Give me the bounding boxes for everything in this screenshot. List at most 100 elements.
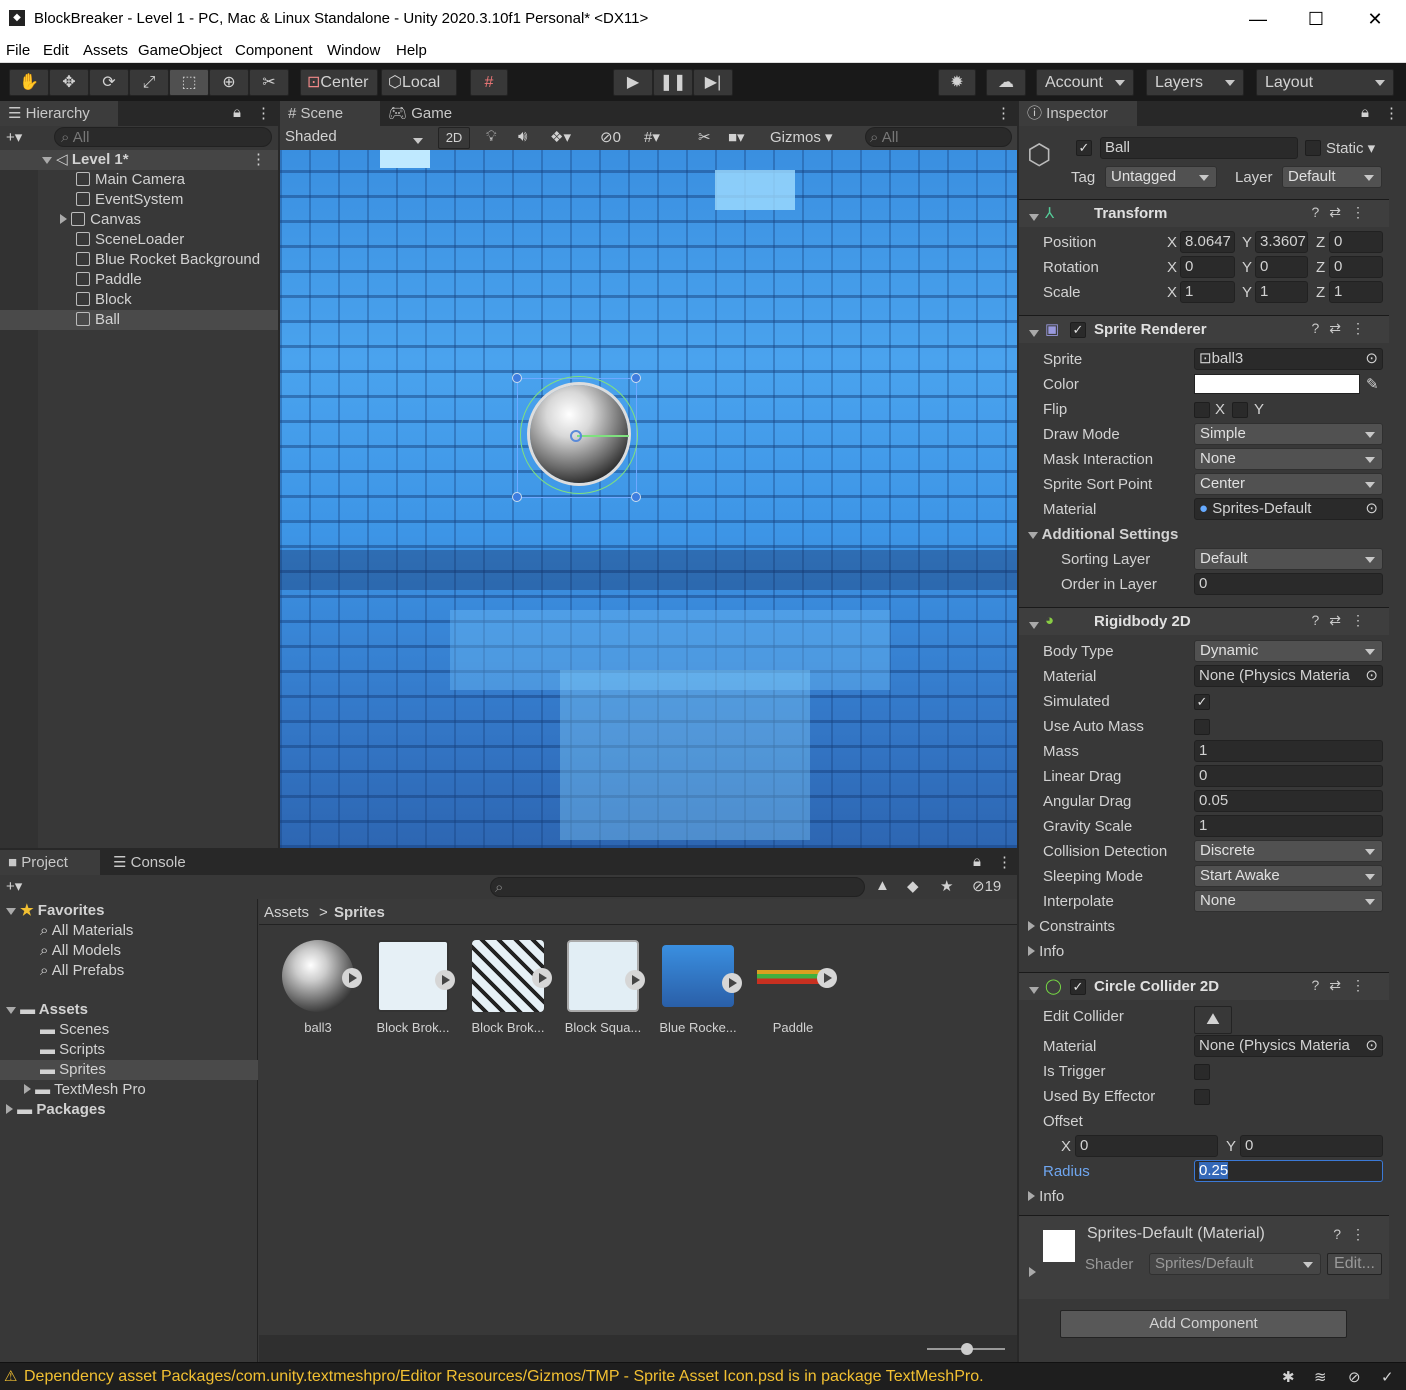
material-field[interactable]: ● Sprites-Default ⊙ (1194, 498, 1383, 520)
shader-dropdown[interactable]: Sprites/Default (1149, 1253, 1321, 1275)
linear-drag-field[interactable]: 0 (1194, 765, 1383, 787)
draw-mode-dropdown[interactable]: Simple (1194, 423, 1383, 445)
cc-material-field[interactable]: None (Physics Materia ⊙ (1194, 1035, 1383, 1057)
pivot-center-button[interactable]: ⊡Center (300, 69, 378, 96)
shading-dropdown[interactable]: Shaded (285, 128, 431, 148)
lock-icon[interactable]: 🔒︎ (1361, 104, 1369, 121)
rigidbody-header[interactable]: ◕ Rigidbody 2D ?⇄⋮ (1019, 607, 1389, 635)
lighting-icon[interactable]: 💡︎ (486, 128, 497, 145)
scene-viewport[interactable] (280, 150, 1017, 848)
more-icon[interactable]: ⋮ (256, 104, 271, 122)
layout-dropdown[interactable]: Layout (1256, 69, 1394, 96)
favorite-star-icon[interactable]: ★ (940, 877, 953, 895)
asset-ball3[interactable]: ball3 (278, 940, 362, 1035)
object-picker-icon[interactable]: ⊙ (1365, 666, 1378, 686)
offset-x-field[interactable]: 0 (1075, 1135, 1218, 1157)
edit-shader-button[interactable]: Edit... (1327, 1253, 1382, 1275)
rect-handle[interactable] (631, 373, 641, 383)
order-field[interactable]: 0 (1194, 573, 1383, 595)
radius-field[interactable]: 0.25 (1194, 1160, 1383, 1182)
list-item[interactable]: Paddle (0, 270, 142, 290)
mode-2d-button[interactable]: 2D (438, 127, 470, 149)
rotation-z[interactable]: 0 (1329, 256, 1383, 278)
tag-dropdown[interactable]: Untagged (1105, 166, 1217, 188)
cc-info-foldout[interactable]: Info (1028, 1188, 1064, 1205)
object-name-input[interactable]: Ball (1100, 137, 1298, 159)
sort-point-dropdown[interactable]: Center (1194, 473, 1383, 495)
constraints-foldout[interactable]: Constraints (1028, 918, 1115, 935)
collapse-icon[interactable] (6, 1104, 13, 1114)
asset-block-square[interactable]: Block Squa... (563, 940, 645, 1035)
menu-file[interactable]: File (6, 42, 30, 59)
collab-icon[interactable]: ✹ (938, 69, 976, 96)
eyedropper-icon[interactable]: ✎ (1366, 375, 1379, 393)
step-button[interactable]: ▶| (693, 69, 733, 96)
pivot-handle[interactable] (570, 430, 582, 442)
breadcrumb-assets[interactable]: Assets (264, 904, 309, 921)
scale-x[interactable]: 1 (1180, 281, 1235, 303)
collapse-icon[interactable] (24, 1084, 31, 1094)
maximize-button[interactable]: ☐ (1301, 6, 1331, 32)
offset-y-field[interactable]: 0 (1240, 1135, 1383, 1157)
component-header-icons[interactable]: ?⇄⋮ (1311, 204, 1375, 221)
list-item[interactable]: ▬ Scripts (0, 1040, 105, 1060)
debug-icon[interactable]: ✱ (1282, 1368, 1295, 1386)
scene-search-input[interactable]: ⌕ All (865, 127, 1012, 147)
scale-z[interactable]: 1 (1329, 281, 1383, 303)
custom-tool-icon[interactable]: ✂ (249, 69, 289, 96)
rect-tool-icon[interactable]: ⬚ (169, 69, 209, 96)
hidden-objects-icon[interactable]: ⊘0 (600, 128, 621, 146)
list-item[interactable]: Canvas (0, 210, 141, 230)
zoom-slider-thumb[interactable] (961, 1343, 973, 1355)
transform-tool-icon[interactable]: ⊕ (209, 69, 249, 96)
list-item[interactable]: ⌕ All Prefabs (0, 961, 124, 981)
layers-dropdown[interactable]: Layers (1146, 69, 1244, 96)
position-z[interactable]: 0 (1329, 231, 1383, 253)
menu-gameobject[interactable]: GameObject (138, 42, 222, 59)
list-item-selected[interactable]: ▬ Sprites (0, 1060, 258, 1080)
lock-icon[interactable]: 🔒︎ (973, 853, 981, 870)
component-header-icons[interactable]: ?⇄⋮ (1311, 320, 1375, 337)
list-item[interactable]: ⌕ All Models (0, 941, 121, 961)
list-item[interactable]: ▬ TextMesh Pro (0, 1080, 146, 1100)
material-header-icons[interactable]: ?⋮ (1333, 1226, 1375, 1243)
layer-dropdown[interactable]: Default (1282, 166, 1382, 188)
play-button[interactable]: ▶ (613, 69, 653, 96)
move-tool-icon[interactable]: ✥ (49, 69, 89, 96)
component-header-icons[interactable]: ?⇄⋮ (1311, 612, 1375, 629)
static-checkbox[interactable] (1305, 140, 1321, 156)
menu-assets[interactable]: Assets (83, 42, 128, 59)
transform-header[interactable]: ⅄ Transform ?⇄⋮ (1019, 199, 1389, 227)
interpolate-dropdown[interactable]: None (1194, 890, 1383, 912)
expand-sprite-icon[interactable] (625, 970, 645, 990)
asset-blue-rocket[interactable]: Blue Rocke... (658, 940, 742, 1035)
auto-mass-checkbox[interactable] (1194, 719, 1210, 735)
angular-drag-field[interactable]: 0.05 (1194, 790, 1383, 812)
filter-type-icon[interactable]: ▲ (875, 877, 890, 894)
circle-collider-header[interactable]: ◯ ✓ Circle Collider 2D ?⇄⋮ (1019, 972, 1389, 1000)
rb-info-foldout[interactable]: Info (1028, 943, 1064, 960)
circle-collider-enabled[interactable]: ✓ (1070, 979, 1086, 995)
minimize-button[interactable]: — (1243, 6, 1273, 32)
sprite-field[interactable]: ⊡ball3 ⊙ (1194, 348, 1383, 370)
expand-sprite-icon[interactable] (435, 970, 455, 990)
position-y[interactable]: 3.3607 (1255, 231, 1308, 253)
asset-block-broken-1[interactable]: Block Brok... (373, 940, 455, 1035)
sprite-renderer-enabled[interactable]: ✓ (1070, 322, 1086, 338)
trigger-checkbox[interactable] (1194, 1064, 1210, 1080)
menu-edit[interactable]: Edit (43, 42, 69, 59)
list-item[interactable]: Main Camera (0, 170, 185, 190)
favorites-row[interactable]: ★ Favorites (0, 901, 105, 921)
status-message[interactable]: Dependency asset Packages/com.unity.text… (24, 1368, 984, 1386)
expand-sprite-icon[interactable] (722, 973, 742, 993)
edit-collider-button[interactable]: ⛰ (1194, 1006, 1232, 1034)
list-item-selected[interactable]: Ball (0, 310, 278, 330)
grid-toggle-icon[interactable]: #▾ (644, 128, 660, 146)
pivot-local-button[interactable]: ⬡Local (381, 69, 457, 96)
breadcrumb-sprites[interactable]: Sprites (334, 904, 385, 921)
tab-project[interactable]: ■ Project (0, 850, 100, 875)
sleeping-dropdown[interactable]: Start Awake (1194, 865, 1383, 887)
mass-field[interactable]: 1 (1194, 740, 1383, 762)
list-item[interactable]: Blue Rocket Background (0, 250, 260, 270)
rect-handle[interactable] (512, 492, 522, 502)
